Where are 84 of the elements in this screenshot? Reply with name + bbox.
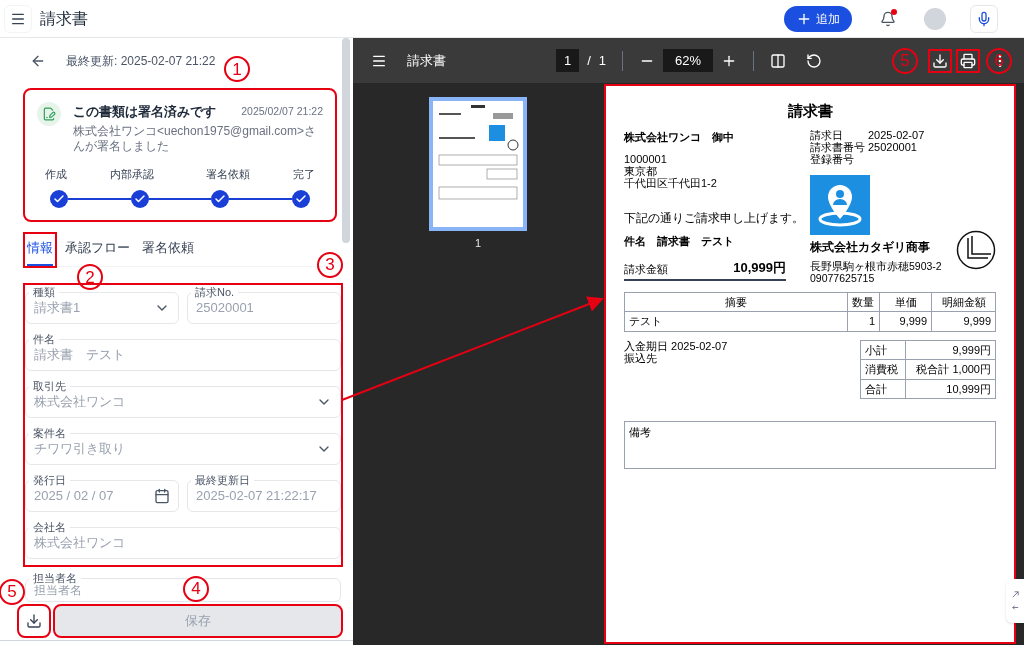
page-number-field[interactable]: 1 [556,48,580,73]
address-line: 千代田区千代田1-2 [624,177,718,189]
recipient-name: 株式会社ワンコ 御中 [624,129,735,145]
status-title: この書類は署名済みです [73,103,216,121]
download-icon [26,612,42,629]
amount-label: 請求金額 [624,261,668,277]
subject-text: 件名 請求書 テスト [624,234,735,249]
field-label: 請求No. [191,284,239,299]
annotation-number: 3 [317,251,343,278]
fit-page-icon[interactable] [770,52,787,69]
address-line: 1000001 [624,153,668,165]
step-label: 完了 [293,166,315,182]
meta-label: 請求書番号 [810,140,866,153]
meta-label: 登録番号 [810,152,854,165]
meta-value: 25020001 [868,140,917,153]
signed-document-icon [37,102,61,126]
issuer-detail: 長野県駒ヶ根市赤穂5903-2 [810,259,942,272]
company-logo [810,174,870,235]
table-cell: 9,999 [879,311,932,332]
stamp-drawing [956,229,996,270]
table-cell: 1 [847,311,880,332]
arrow-left-icon [1010,603,1020,612]
last-updated-text: 最終更新: 2025-02-07 21:22 [66,53,216,70]
tab[interactable]: 署名依頼 [140,234,196,266]
page-separator: / [587,51,591,70]
meta-label: 請求日 [810,128,843,141]
totals-value: 10,999円 [905,379,996,399]
annotation-number: 5 [892,47,918,74]
annotation-number: 5 [0,578,25,605]
annotation-number: 1 [224,56,250,82]
field-label: 取引先 [29,378,70,393]
zoom-field[interactable]: 62% [663,48,714,73]
table-cell: 9,999 [931,311,996,332]
download-button[interactable] [19,605,49,636]
totals-value: 9,999円 [905,340,996,360]
table-header: 単価 [879,292,932,312]
issuer-detail: 09077625715 [810,271,875,284]
add-button[interactable]: 追加 [784,5,852,32]
totals-label: 小計 [860,340,906,360]
meta-value: 2025-02-07 [868,128,925,141]
step-label: 内部承認 [109,166,156,182]
remarks-label: 備考 [629,426,651,439]
page-title: 請求書 [40,8,88,29]
totals-label: 合計 [860,379,906,399]
address-line: 東京都 [624,165,658,177]
step-label: 署名依頼 [204,166,251,182]
print-button[interactable] [958,50,978,71]
download-icon [932,52,948,69]
microphone-icon [976,10,992,27]
field-label: 発行日 [29,472,70,487]
table-header: 数量 [847,292,880,312]
page-total: 1 [598,51,607,70]
rotate-icon[interactable] [806,52,823,69]
annotation-number: 4 [183,575,209,602]
amount-total: 10,999円 [733,258,786,277]
bell-icon [880,10,896,27]
menu-button[interactable] [4,4,32,33]
external-link-icon [1010,590,1020,599]
annotation-number: 2 [77,264,103,290]
payment-info: 振込先 [624,351,658,364]
issuer-name: 株式会社カタギリ商事 [810,239,930,255]
status-time: 2025/02/07 21:22 [241,103,323,119]
field-label: 件名 [29,331,59,346]
field-label: 担当者名 [29,570,81,585]
intro-text: 下記の通りご請求申し上げます。 [624,210,805,227]
field-label: 種類 [29,284,59,299]
step-label: 作成 [45,166,67,182]
table-header: 明細金額 [931,292,996,312]
field-label: 最終更新日 [191,472,254,487]
microphone-button[interactable] [970,4,998,33]
tab[interactable]: 承認フロー [63,234,132,266]
thumbnail-page-number: 1 [474,236,482,251]
invoice-title: 請求書 [787,101,833,121]
field-label: 会社名 [29,519,70,534]
payment-info: 入金期日 2025-02-07 [624,339,729,352]
totals-label: 消費税 [860,359,906,380]
print-icon [960,52,976,69]
table-cell: テスト [624,311,848,332]
document-title: 請求書 [407,51,446,70]
status-message: 株式会社ワンコ<uechon1975@gmail.com>さんが署名しました [73,123,317,154]
calendar-icon [154,487,170,504]
totals-value: 税合計 1,000円 [905,359,996,380]
field-label: 案件名 [29,425,70,440]
table-header: 摘要 [624,292,848,312]
